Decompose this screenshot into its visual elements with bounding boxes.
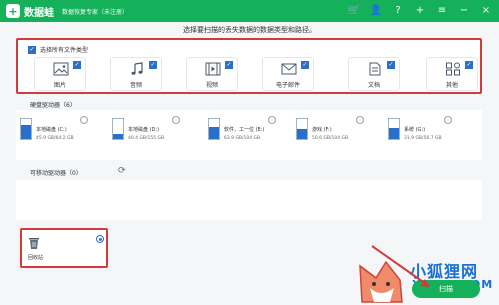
drive-item[interactable]: 本地磁盘 (C:) 45.9 GB/64.2 GB (20, 116, 92, 156)
type-checkbox[interactable]: ✓ (387, 61, 395, 69)
drive-item[interactable]: 游戏 (F:) 50.6 GB/104 GB (296, 116, 368, 156)
refresh-icon[interactable]: ⟳ (118, 166, 128, 176)
drive-name: 软件，工一位 (E:) (224, 127, 265, 133)
type-card-email[interactable]: ✓ 电子邮件 (262, 57, 314, 91)
select-all-checkbox[interactable]: ✓ (28, 45, 36, 54)
page-heading: 选择要扫描的丢失数据的数据类型和路径。 (183, 26, 316, 34)
drive-name: 本地磁盘 (D:) (128, 127, 160, 133)
type-checkbox[interactable]: ✓ (465, 61, 473, 69)
select-all-label: 选择所有文件类型 (40, 47, 89, 54)
minimize-icon[interactable]: − (457, 3, 471, 17)
scan-button[interactable]: 扫描 (412, 280, 480, 298)
drive-name: 系统 (G:) (404, 127, 426, 133)
type-checkbox[interactable]: ✓ (149, 61, 157, 69)
question-icon[interactable]: ? (391, 3, 405, 17)
type-card-video[interactable]: ✓ 视频 (186, 57, 238, 91)
cart-icon[interactable]: 🛒 (347, 3, 361, 17)
plus-icon[interactable]: + (413, 3, 427, 17)
type-card-document[interactable]: ✓ 文档 (348, 57, 400, 91)
drive-item[interactable]: 系统 (G:) 31.9 GB/56.7 GB (388, 116, 460, 156)
music-icon (131, 62, 143, 75)
drive-usage-bar (388, 118, 400, 140)
type-label: 文档 (367, 82, 380, 89)
app-name: 数据蛙 (24, 7, 54, 19)
drive-size: 40.4 GB/155 GB (128, 136, 165, 141)
title-bar: + 数据蛙 数据恢复专家（未注册） 🛒 👤? + ≡ − × (0, 0, 499, 22)
titlebar-controls: 🛒 👤? + ≡ − × (347, 3, 493, 17)
type-card-audio[interactable]: ✓ 音频 (110, 57, 162, 91)
removable-drives-label: 可移动驱动器（0） (30, 170, 82, 177)
image-icon (53, 62, 69, 76)
drive-size: 50.6 GB/104 GB (312, 136, 349, 141)
type-label: 音频 (129, 82, 142, 89)
type-card-other[interactable]: ✓ 其他 (426, 57, 478, 91)
mail-icon (281, 63, 297, 75)
scan-button-label: 扫描 (439, 285, 453, 293)
document-icon (369, 62, 381, 76)
type-checkbox[interactable]: ✓ (73, 61, 81, 69)
app-logo-icon: + (6, 4, 20, 18)
recycle-bin-radio[interactable] (96, 235, 104, 243)
removable-drives-panel (16, 180, 482, 220)
recycle-bin-icon (29, 238, 39, 249)
hard-drives-label: 硬盘驱动器（6） (30, 102, 76, 109)
file-types-panel: ✓ 选择所有文件类型 ✓ 图片 ✓ 音频 ✓ 视频 ✓ 电子邮件 ✓ 文档 ✓ … (16, 38, 482, 94)
drive-usage-bar (208, 118, 220, 140)
type-label: 其他 (445, 82, 458, 89)
drive-radio[interactable] (356, 116, 364, 124)
drive-size: 63.9 GB/104 GB (224, 136, 261, 141)
drive-name: 本地磁盘 (C:) (36, 127, 67, 133)
video-icon (205, 62, 221, 76)
select-all-types[interactable]: ✓ 选择所有文件类型 (28, 45, 88, 54)
drive-radio[interactable] (172, 116, 180, 124)
recycle-bin-option[interactable]: 回收站 (20, 228, 108, 268)
type-card-image[interactable]: ✓ 图片 (34, 57, 86, 91)
type-label: 电子邮件 (275, 82, 300, 89)
drive-radio[interactable] (80, 116, 88, 124)
type-label: 图片 (53, 82, 66, 89)
drive-usage-bar (296, 118, 308, 140)
type-checkbox[interactable]: ✓ (301, 61, 309, 69)
user-icon[interactable]: 👤 (369, 3, 383, 17)
drive-size: 45.9 GB/64.2 GB (36, 136, 74, 141)
drive-usage-bar (20, 118, 32, 140)
app-subtitle: 数据恢复专家（未注册） (62, 8, 129, 16)
drive-usage-bar (112, 118, 124, 140)
hard-drives-panel: 本地磁盘 (C:) 45.9 GB/64.2 GB 本地磁盘 (D:) 40.4 GB… (16, 110, 482, 160)
drive-size: 31.9 GB/56.7 GB (404, 136, 442, 141)
drive-name: 游戏 (F:) (312, 127, 332, 133)
type-checkbox[interactable]: ✓ (225, 61, 233, 69)
menu-icon[interactable]: ≡ (435, 3, 449, 17)
drive-radio[interactable] (268, 116, 276, 124)
recycle-bin-label: 回收站 (28, 255, 44, 261)
drive-item[interactable]: 本地磁盘 (D:) 40.4 GB/155 GB (112, 116, 184, 156)
other-icon (446, 62, 460, 76)
type-label: 视频 (205, 82, 218, 89)
close-icon[interactable]: × (479, 3, 493, 17)
drive-radio[interactable] (444, 116, 452, 124)
drive-item[interactable]: 软件，工一位 (E:) 63.9 GB/104 GB (208, 116, 280, 156)
